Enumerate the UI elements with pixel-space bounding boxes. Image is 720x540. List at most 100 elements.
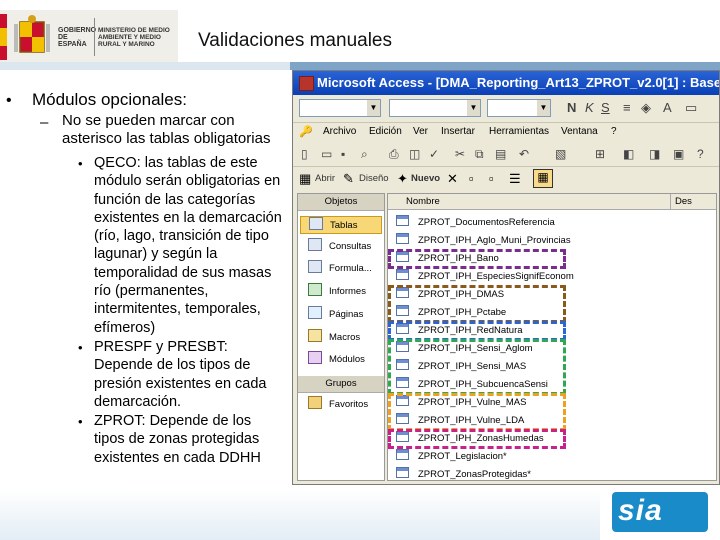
chevron-down-icon: ▼	[537, 100, 550, 116]
design-icon[interactable]: ✎	[343, 171, 354, 187]
office-links-icon[interactable]: ▧	[555, 147, 566, 161]
tables-list-pane: Nombre Des ZPROT_DocumentosReferencia ZP…	[387, 193, 717, 481]
new-object-icon[interactable]: ▣	[673, 147, 684, 161]
name-column-header[interactable]: Nombre	[388, 194, 670, 210]
access-app-icon	[299, 76, 314, 91]
help-icon[interactable]: ?	[697, 147, 704, 161]
menu-ver[interactable]: Ver	[413, 126, 428, 137]
bullet-level2: No se pueden marcar con asterisco las ta…	[62, 112, 271, 147]
save-icon[interactable]: ▪	[341, 147, 345, 161]
design-button[interactable]: Diseño	[359, 173, 389, 184]
relationships-icon[interactable]: ⊞	[595, 147, 605, 161]
highlight-box-purple	[388, 249, 566, 269]
bullet-marker: •	[78, 414, 83, 429]
database-toolbar: ▦ Abrir ✎ Diseño ✦ Nuevo ✕ ▫ ▫ ☰ ▦	[293, 167, 719, 191]
objects-pane: Objetos Tablas Consultas Formula... Info…	[297, 193, 385, 481]
standard-toolbar: ▯ ▭ ▪ ⌕ ⎙ ◫ ✓ ✂ ⧉ ▤ ↶ ▧ ⊞ ◧ ◨ ▣ ?	[293, 144, 719, 167]
table-icon	[396, 233, 409, 244]
open-button[interactable]: Abrir	[315, 173, 335, 184]
table-row[interactable]: ZPROT_Legislacion*	[390, 448, 570, 466]
bullet-marker-dash: –	[40, 114, 49, 131]
menu-bar: 🔑 Archivo Edición Ver Insertar Herramien…	[293, 123, 719, 143]
font-color-icon[interactable]: A	[663, 100, 672, 115]
small-icons-view-icon[interactable]: ▫	[489, 171, 494, 186]
table-row[interactable]: ZPROT_DocumentosReferencia	[390, 214, 570, 232]
open-folder-icon[interactable]: ▭	[321, 147, 332, 161]
menu-ventana[interactable]: Ventana	[561, 126, 598, 137]
highlight-box-brown	[388, 285, 566, 323]
object-combo[interactable]: ▼	[299, 99, 381, 117]
spelling-icon[interactable]: ✓	[429, 147, 439, 161]
groups-header: Grupos	[298, 376, 384, 393]
new-file-icon[interactable]: ▯	[301, 147, 308, 161]
menu-key-icon[interactable]: 🔑	[299, 125, 313, 138]
details-view-icon[interactable]: ▦	[533, 169, 553, 188]
window-titlebar: Microsoft Access - [DMA_Reporting_Art13_…	[293, 71, 720, 95]
menu-insertar[interactable]: Insertar	[441, 126, 475, 137]
object-queries[interactable]: Consultas	[300, 238, 382, 256]
object-modules[interactable]: Módulos	[300, 351, 382, 369]
form-icon	[308, 260, 322, 273]
table-row[interactable]: ZPROT_IPH_Aglo_Muni_Provincias	[390, 232, 571, 250]
properties-icon[interactable]: ◨	[649, 147, 660, 161]
underline-icon[interactable]: S	[601, 100, 610, 115]
objects-header: Objetos	[298, 194, 384, 211]
table-row[interactable]: ZPROT_IPH_EspeciesSignifEconom	[390, 268, 574, 286]
print-icon[interactable]: ⎙	[389, 147, 399, 162]
menu-edicion[interactable]: Edición	[369, 126, 402, 137]
new-object-star-icon[interactable]: ✦	[397, 171, 408, 187]
list-view-icon[interactable]: ☰	[509, 171, 521, 187]
group-favorites[interactable]: Favoritos	[300, 396, 382, 414]
menu-archivo[interactable]: Archivo	[323, 126, 356, 137]
bullet-marker: •	[78, 156, 83, 171]
report-icon	[308, 283, 322, 296]
bullet-marker: •	[78, 340, 83, 355]
object-pages[interactable]: Páginas	[300, 306, 382, 324]
object-reports[interactable]: Informes	[300, 283, 382, 301]
description-column-header[interactable]: Des	[670, 194, 716, 210]
align-icon[interactable]: ≡	[623, 100, 631, 115]
access-window: Microsoft Access - [DMA_Reporting_Art13_…	[292, 70, 720, 485]
border-icon[interactable]: ▭	[685, 100, 697, 116]
cut-icon[interactable]: ✂	[455, 147, 465, 161]
object-macros[interactable]: Macros	[300, 329, 382, 347]
copy-icon[interactable]: ⧉	[475, 147, 484, 162]
table-icon	[396, 215, 409, 226]
table-icon	[396, 449, 409, 460]
bullet-marker: •	[6, 92, 12, 109]
undo-icon[interactable]: ↶	[519, 147, 529, 161]
font-combo[interactable]: ▼	[389, 99, 481, 117]
coat-of-arms-icon	[14, 15, 50, 53]
table-row[interactable]: ZPROT_ZonasProtegidas*	[390, 466, 570, 484]
search-icon[interactable]: ⌕	[361, 147, 368, 162]
chevron-down-icon: ▼	[367, 100, 380, 116]
menu-herramientas[interactable]: Herramientas	[489, 126, 549, 137]
large-icons-view-icon[interactable]: ▫	[469, 171, 474, 186]
bold-icon[interactable]: N	[567, 100, 576, 115]
bullet-level1: Módulos opcionales:	[32, 90, 187, 109]
open-object-icon[interactable]: ▦	[299, 171, 311, 187]
table-icon	[309, 217, 323, 230]
chevron-down-icon: ▼	[467, 100, 480, 116]
menu-help[interactable]: ?	[611, 126, 617, 137]
slide-title: Validaciones manuales	[198, 30, 392, 51]
highlight-box-orange	[388, 393, 566, 431]
object-forms[interactable]: Formula...	[300, 260, 382, 278]
sia-logo-text: sia	[618, 494, 663, 527]
analyze-icon[interactable]: ◧	[623, 147, 634, 161]
highlight-box-green	[388, 339, 566, 395]
preview-icon[interactable]: ◫	[409, 147, 420, 161]
flag-stripe-yellow	[0, 28, 7, 46]
table-icon	[396, 269, 409, 280]
delete-icon[interactable]: ✕	[447, 171, 458, 187]
paste-icon[interactable]: ▤	[495, 147, 506, 161]
window-title: Microsoft Access - [DMA_Reporting_Art13_…	[317, 75, 720, 90]
highlight-box-magenta	[388, 429, 566, 449]
italic-icon[interactable]: K	[585, 100, 594, 115]
logo-divider	[94, 18, 95, 56]
new-button[interactable]: Nuevo	[411, 173, 440, 184]
object-tables[interactable]: Tablas	[300, 216, 382, 234]
fill-color-icon[interactable]: ◈	[641, 100, 651, 116]
logo-text-government: GOBIERNO DE ESPAÑA	[58, 27, 97, 48]
font-size-combo[interactable]: ▼	[487, 99, 551, 117]
